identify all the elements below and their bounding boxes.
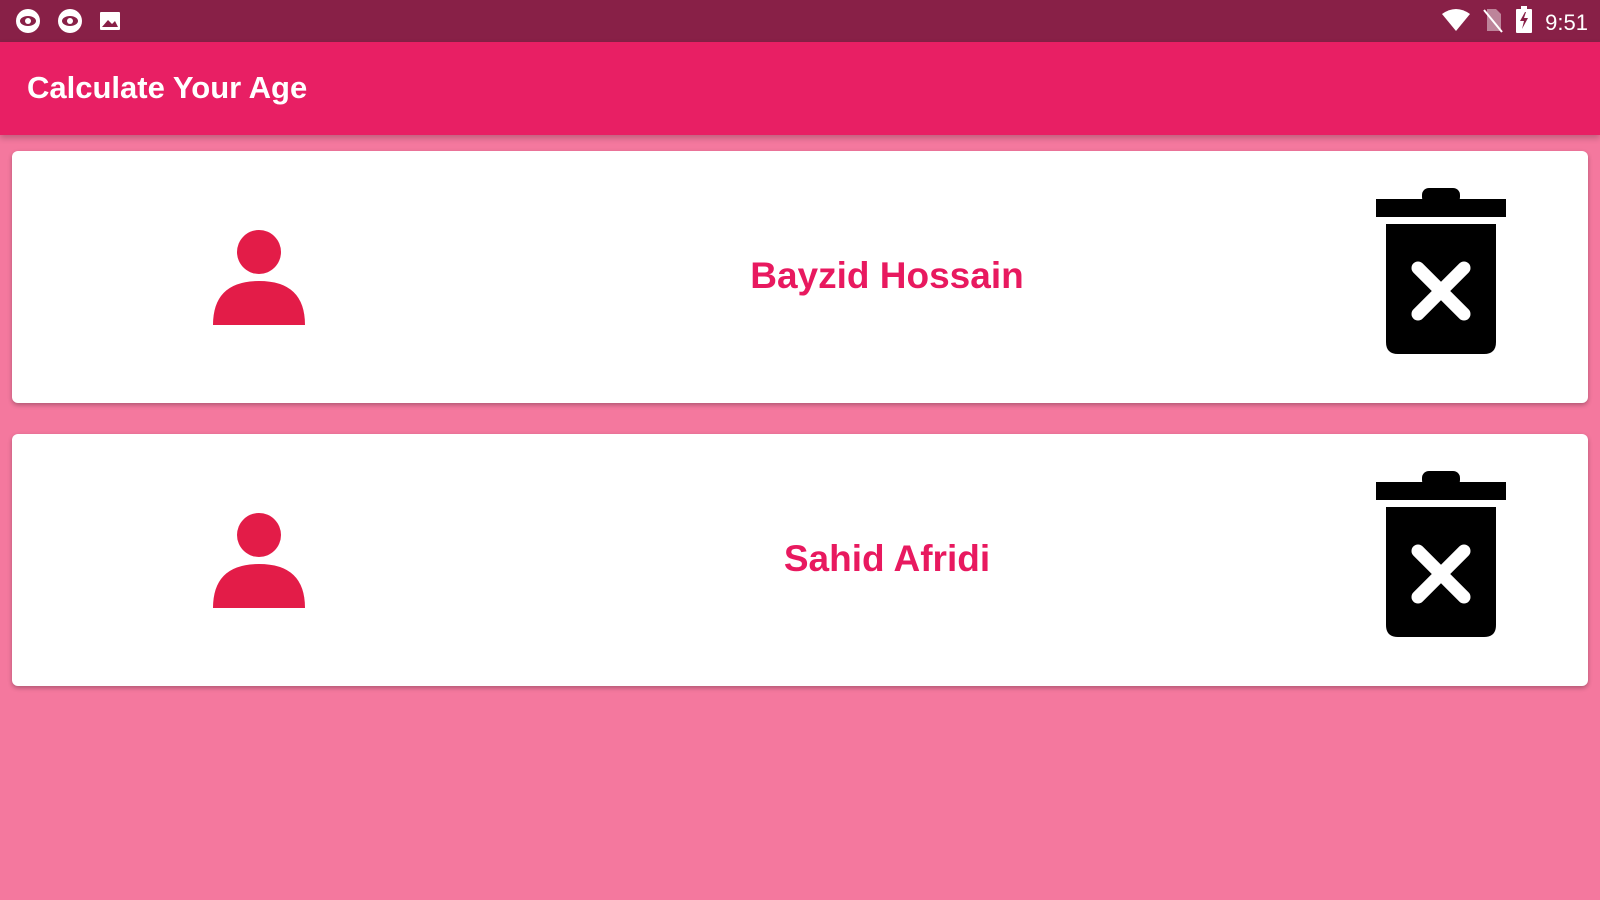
no-sim-icon (1483, 7, 1503, 38)
wifi-icon (1441, 8, 1471, 37)
eye-notification-icon (56, 8, 84, 39)
person-card[interactable]: Sahid Afridi (12, 434, 1588, 686)
status-bar: 9:51 (0, 0, 1600, 42)
person-name: Sahid Afridi (783, 538, 991, 579)
person-icon (211, 229, 307, 325)
app-title: Calculate Your Age (27, 70, 308, 105)
notification-icons (14, 8, 136, 39)
person-card[interactable]: Bayzid Hossain (12, 151, 1588, 403)
status-time: 9:51 (1545, 9, 1588, 35)
delete-button[interactable] (1367, 471, 1515, 651)
delete-button[interactable] (1367, 188, 1515, 368)
app-bar: Calculate Your Age (0, 42, 1600, 135)
eye-notification-icon (14, 8, 42, 39)
system-status: 9:51 (1441, 6, 1588, 39)
image-notification-icon (98, 9, 122, 38)
battery-charging-icon (1515, 6, 1533, 39)
delete-icon (1367, 471, 1515, 639)
person-icon (211, 512, 307, 608)
person-name: Bayzid Hossain (750, 255, 1024, 296)
delete-icon (1367, 188, 1515, 356)
